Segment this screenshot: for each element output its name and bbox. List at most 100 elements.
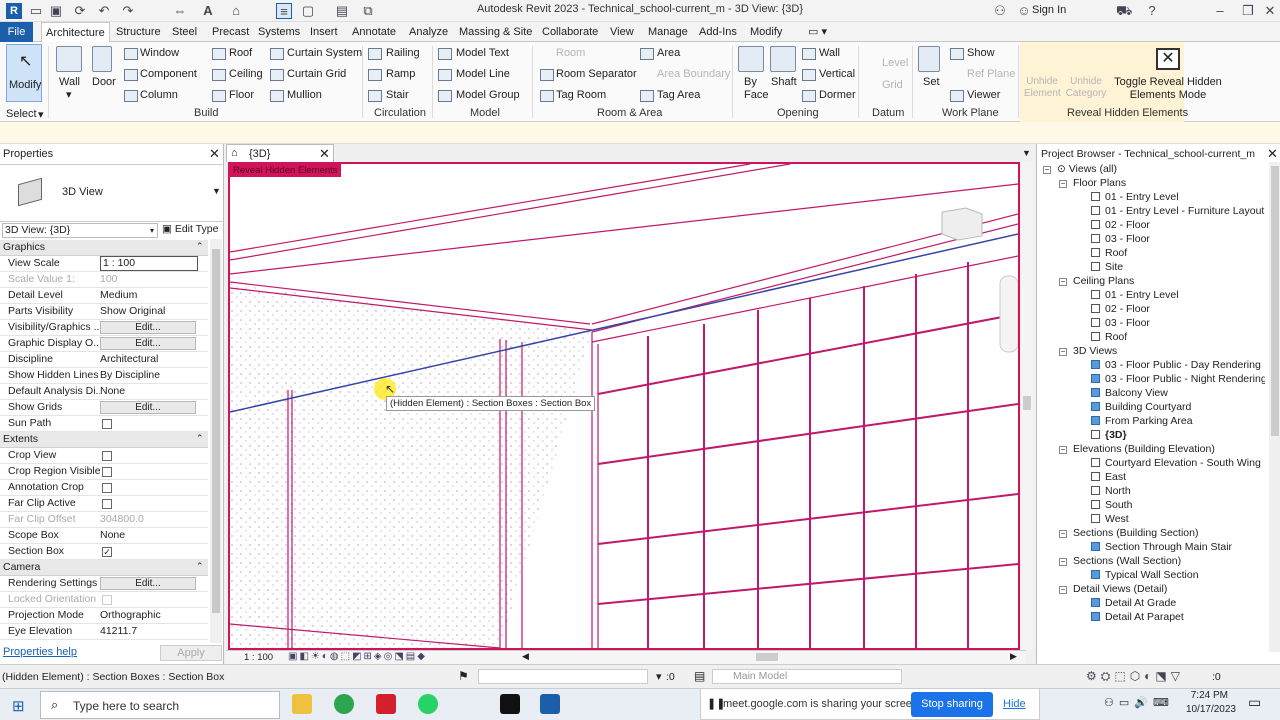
browser-view-item[interactable]: 03 - Floor (1043, 232, 1265, 246)
browser-view-item[interactable]: 01 - Entry Level - Furniture Layout (1043, 204, 1265, 218)
ceiling-button[interactable]: Ceiling (229, 68, 263, 80)
property-row[interactable]: Graphic Display O... Edit... (0, 336, 208, 352)
browser-view-item[interactable]: 03 - Floor Public - Night Rendering (1043, 372, 1265, 386)
windows-start-icon[interactable]: ⊞ (12, 697, 25, 715)
model-text-button[interactable]: Model Text (456, 47, 509, 59)
viewport-vscroll[interactable] (1021, 162, 1033, 650)
browser-group[interactable]: − Sections (Building Section) (1043, 526, 1265, 540)
instance-selector[interactable]: 3D View: {3D} ▾ (2, 223, 158, 238)
browser-view-item[interactable]: Roof (1043, 246, 1265, 260)
property-row[interactable]: Section Box ✓ (0, 544, 208, 560)
3d-viewport[interactable]: Reveal Hidden Elements ↖ (Hidden Element… (228, 162, 1020, 650)
toggle-reveal-button[interactable]: Toggle Reveal Hidden Elements Mode (1112, 76, 1224, 102)
property-row[interactable]: Crop Region Visible (0, 464, 208, 480)
property-checkbox[interactable] (102, 451, 112, 461)
minimize-icon[interactable]: – (1212, 3, 1228, 19)
window-button[interactable]: Window (140, 47, 179, 59)
door-button[interactable]: Door (92, 76, 116, 88)
hscroll-left-icon[interactable]: ◀ (522, 651, 529, 662)
modify-button[interactable]: ↖ Modify (6, 44, 42, 102)
restore-icon[interactable]: ❐ (1240, 3, 1256, 19)
view-tab-close-icon[interactable]: ✕ (319, 146, 330, 162)
property-checkbox[interactable]: ✓ (102, 547, 112, 557)
vscroll-thumb[interactable] (1023, 396, 1031, 410)
property-row[interactable]: Locked Orientation (0, 592, 208, 608)
tab-insert[interactable]: Insert (306, 22, 342, 42)
workset-chevron-icon[interactable]: ▾ (656, 670, 662, 683)
file-explorer-icon[interactable] (292, 694, 312, 714)
browser-view-item[interactable]: 03 - Floor Public - Day Rendering (1043, 358, 1265, 372)
type-selector[interactable]: 3D View ▼ (0, 164, 224, 222)
property-value[interactable]: 1 : 100 (100, 256, 198, 271)
select-dropdown[interactable]: Select (6, 108, 37, 120)
tab-systems[interactable]: Systems (254, 22, 304, 42)
view-control-icons[interactable]: ▣◧☀◐◍⬚◩⊞◈◎⬔▤◆ (288, 651, 427, 662)
browser-view-item[interactable]: North (1043, 484, 1265, 498)
by-face-icon[interactable] (738, 46, 764, 72)
close-icon[interactable]: ✕ (1262, 3, 1278, 19)
property-row[interactable]: Detail Level Medium (0, 288, 208, 304)
property-checkbox[interactable] (102, 499, 112, 509)
property-row[interactable]: Far Clip Active (0, 496, 208, 512)
property-row[interactable]: Eye Elevation 41211.7 (0, 624, 208, 640)
property-row[interactable]: Rendering Settings Edit... (0, 576, 208, 592)
level-button[interactable]: Level (882, 57, 908, 69)
collapse-chevron-icon[interactable]: ⌃ (196, 241, 204, 252)
property-value[interactable]: 41211.7 (100, 625, 137, 637)
tab-precast[interactable]: Precast (208, 22, 253, 42)
vertical-button[interactable]: Vertical (819, 68, 855, 80)
tag-room-button[interactable]: Tag Room (556, 89, 606, 101)
browser-view-item[interactable]: {3D} (1043, 428, 1265, 442)
mullion-button[interactable]: Mullion (287, 89, 322, 101)
property-edit-button[interactable]: Edit... (100, 577, 196, 590)
grid-button[interactable]: Grid (882, 79, 903, 91)
shaft-icon[interactable] (770, 46, 796, 72)
properties-close-icon[interactable]: ✕ (209, 146, 220, 162)
scrollbar-thumb[interactable] (212, 249, 220, 613)
browser-view-item[interactable]: 01 - Entry Level (1043, 190, 1265, 204)
collapse-toggle-icon[interactable]: − (1059, 278, 1067, 286)
wall-button[interactable]: Wall (59, 76, 80, 88)
tab-steel[interactable]: Steel (168, 22, 201, 42)
select-chevron-icon[interactable]: ▾ (38, 108, 44, 121)
set-button[interactable]: Set (923, 76, 940, 88)
tab-manage[interactable]: Manage (644, 22, 692, 42)
model-group-button[interactable]: Model Group (456, 89, 520, 101)
revit-taskbar-icon[interactable] (540, 694, 560, 714)
edit-type-button[interactable]: ▣ Edit Type (162, 223, 218, 235)
view-scale[interactable]: 1 : 100 (244, 652, 273, 663)
tab-modify[interactable]: Modify (746, 22, 786, 42)
view-tab[interactable]: ⌂ {3D} ✕ (226, 144, 334, 162)
browser-view-item[interactable]: Balcony View (1043, 386, 1265, 400)
property-row[interactable]: Scale Value 1: 100 (0, 272, 208, 288)
browser-group[interactable]: − Floor Plans (1043, 176, 1265, 190)
room-button[interactable]: Room (556, 47, 585, 59)
roof-button[interactable]: Roof (229, 47, 252, 59)
toggle-reveal-icon[interactable]: ✕ (1156, 48, 1180, 70)
property-checkbox[interactable] (102, 419, 112, 429)
worksets-icon[interactable]: ⚑ (458, 669, 469, 683)
browser-view-item[interactable]: 02 - Floor (1043, 218, 1265, 232)
apply-button[interactable]: Apply (160, 645, 222, 661)
collapse-chevron-icon[interactable]: ⌃ (196, 433, 204, 444)
property-value[interactable]: Show Original (100, 305, 165, 317)
curtain-grid-button[interactable]: Curtain Grid (287, 68, 346, 80)
browser-group[interactable]: − Detail Views (Detail) (1043, 582, 1265, 596)
taskbar-search[interactable]: ⌕ Type here to search (40, 691, 280, 719)
property-value[interactable]: Medium (100, 289, 137, 301)
tab-architecture[interactable]: Architecture (41, 22, 110, 42)
property-checkbox[interactable] (102, 595, 112, 605)
design-options-icon[interactable]: ▤ (694, 669, 705, 683)
chrome-icon[interactable] (334, 694, 354, 714)
cart-icon[interactable]: ⛟ (1116, 3, 1132, 19)
browser-view-item[interactable]: Detail At Parapet (1043, 610, 1265, 624)
property-value[interactable]: None (100, 385, 125, 397)
binoculars-icon[interactable]: ⚇ (992, 3, 1008, 19)
component-button[interactable]: Component (140, 68, 197, 80)
collapse-toggle-icon[interactable]: − (1059, 586, 1067, 594)
property-row[interactable]: Parts Visibility Show Original (0, 304, 208, 320)
shaft-button[interactable]: Shaft (771, 76, 797, 88)
browser-group[interactable]: − Elevations (Building Elevation) (1043, 442, 1265, 456)
by-face-button[interactable]: By Face (744, 76, 768, 102)
tab-structure[interactable]: Structure (112, 22, 165, 42)
